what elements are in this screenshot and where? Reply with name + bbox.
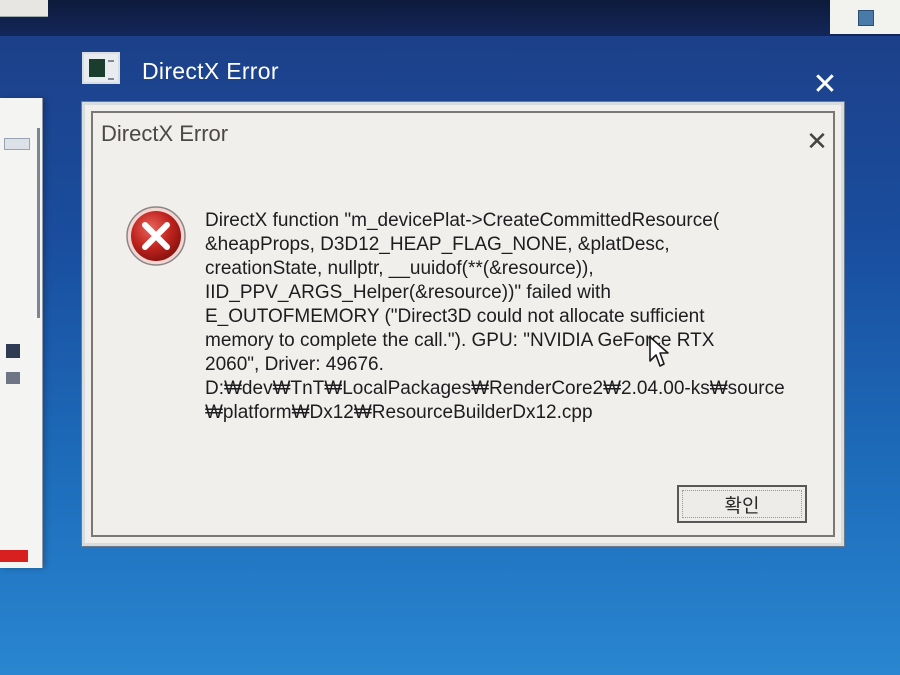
error-message: DirectX function "m_devicePlat->CreateCo… <box>205 209 815 425</box>
message-line: creationState, nullptr, __uuidof(**(&res… <box>205 258 594 279</box>
background-window-corner <box>0 0 48 17</box>
background-window-corner-right <box>830 0 900 34</box>
message-line: ₩platform₩Dx12₩ResourceBuilderDx12.cpp <box>205 402 593 423</box>
background-window-red-tag <box>0 550 28 562</box>
error-dialog: DirectX Error ✕ DirectX function "m_devi… <box>82 102 844 546</box>
outer-window-title: DirectX Error <box>142 58 279 84</box>
app-window-icon <box>82 52 120 84</box>
window-icon <box>858 10 874 26</box>
message-line: 2060", Driver: 49676. <box>205 354 384 375</box>
message-line: &heapProps, D3D12_HEAP_FLAG_NONE, &platD… <box>205 234 670 255</box>
mouse-cursor-icon <box>649 336 669 367</box>
background-window-scrollbar <box>37 128 40 318</box>
desktop-top-strip <box>0 0 900 36</box>
message-line: DirectX function "m_devicePlat->CreateCo… <box>205 210 720 231</box>
message-line: D:₩dev₩TnT₩LocalPackages₩RenderCore2₩2.0… <box>205 378 785 399</box>
background-window-chip <box>4 138 30 150</box>
dialog-title: DirectX Error <box>101 121 229 146</box>
outer-window-titlebar: DirectX Error ✕ <box>80 50 850 100</box>
message-line: E_OUTOFMEMORY ("Direct3D could not alloc… <box>205 306 705 327</box>
terminal-icon <box>6 344 20 358</box>
outer-close-icon[interactable]: ✕ <box>810 70 840 100</box>
dialog-close-icon[interactable]: ✕ <box>803 127 831 155</box>
message-line: memory to complete the call."). GPU: "NV… <box>205 330 715 351</box>
message-line: IID_PPV_ARGS_Helper(&resource))" failed … <box>205 282 611 303</box>
ok-button[interactable]: 확인 <box>677 485 807 523</box>
settings-icon <box>6 372 20 384</box>
background-window <box>0 98 43 568</box>
error-icon <box>126 206 186 266</box>
